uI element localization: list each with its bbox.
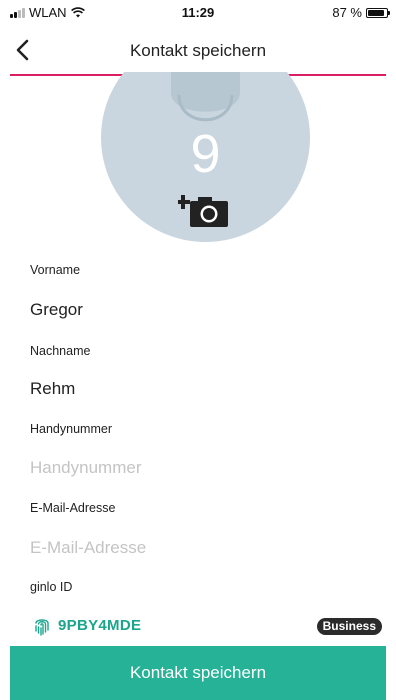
last-name-input[interactable] xyxy=(30,376,370,402)
phone-input[interactable] xyxy=(30,455,370,481)
business-badge: Business xyxy=(316,618,382,635)
ginlo-id-label: ginlo ID xyxy=(30,580,73,594)
battery-level xyxy=(368,9,384,16)
email-input[interactable] xyxy=(30,535,370,561)
phone-label: Handynummer xyxy=(30,422,112,436)
save-contact-button[interactable]: Kontakt speichern xyxy=(10,646,386,700)
ginlo-id-row: 9PBY4MDE Business xyxy=(30,615,382,639)
battery-icon xyxy=(366,7,390,18)
avatar[interactable]: 9 xyxy=(101,72,310,242)
email-label: E-Mail-Adresse xyxy=(30,501,116,515)
navigation-bar: Kontakt speichern xyxy=(0,26,396,76)
first-name-label: Vorname xyxy=(30,263,81,277)
add-photo-icon[interactable] xyxy=(178,187,234,231)
avatar-initial: 9 xyxy=(190,124,221,184)
fingerprint-icon xyxy=(35,619,49,636)
status-bar-right: 87 % xyxy=(332,5,390,20)
page-title: Kontakt speichern xyxy=(129,41,267,60)
ginlo-id-value: 9PBY4MDE xyxy=(58,617,142,634)
status-bar: WLAN 11:29 87 % xyxy=(0,0,396,26)
battery-percentage: 87 % xyxy=(332,5,362,20)
last-name-label: Nachname xyxy=(30,344,91,358)
first-name-input[interactable] xyxy=(30,297,370,323)
